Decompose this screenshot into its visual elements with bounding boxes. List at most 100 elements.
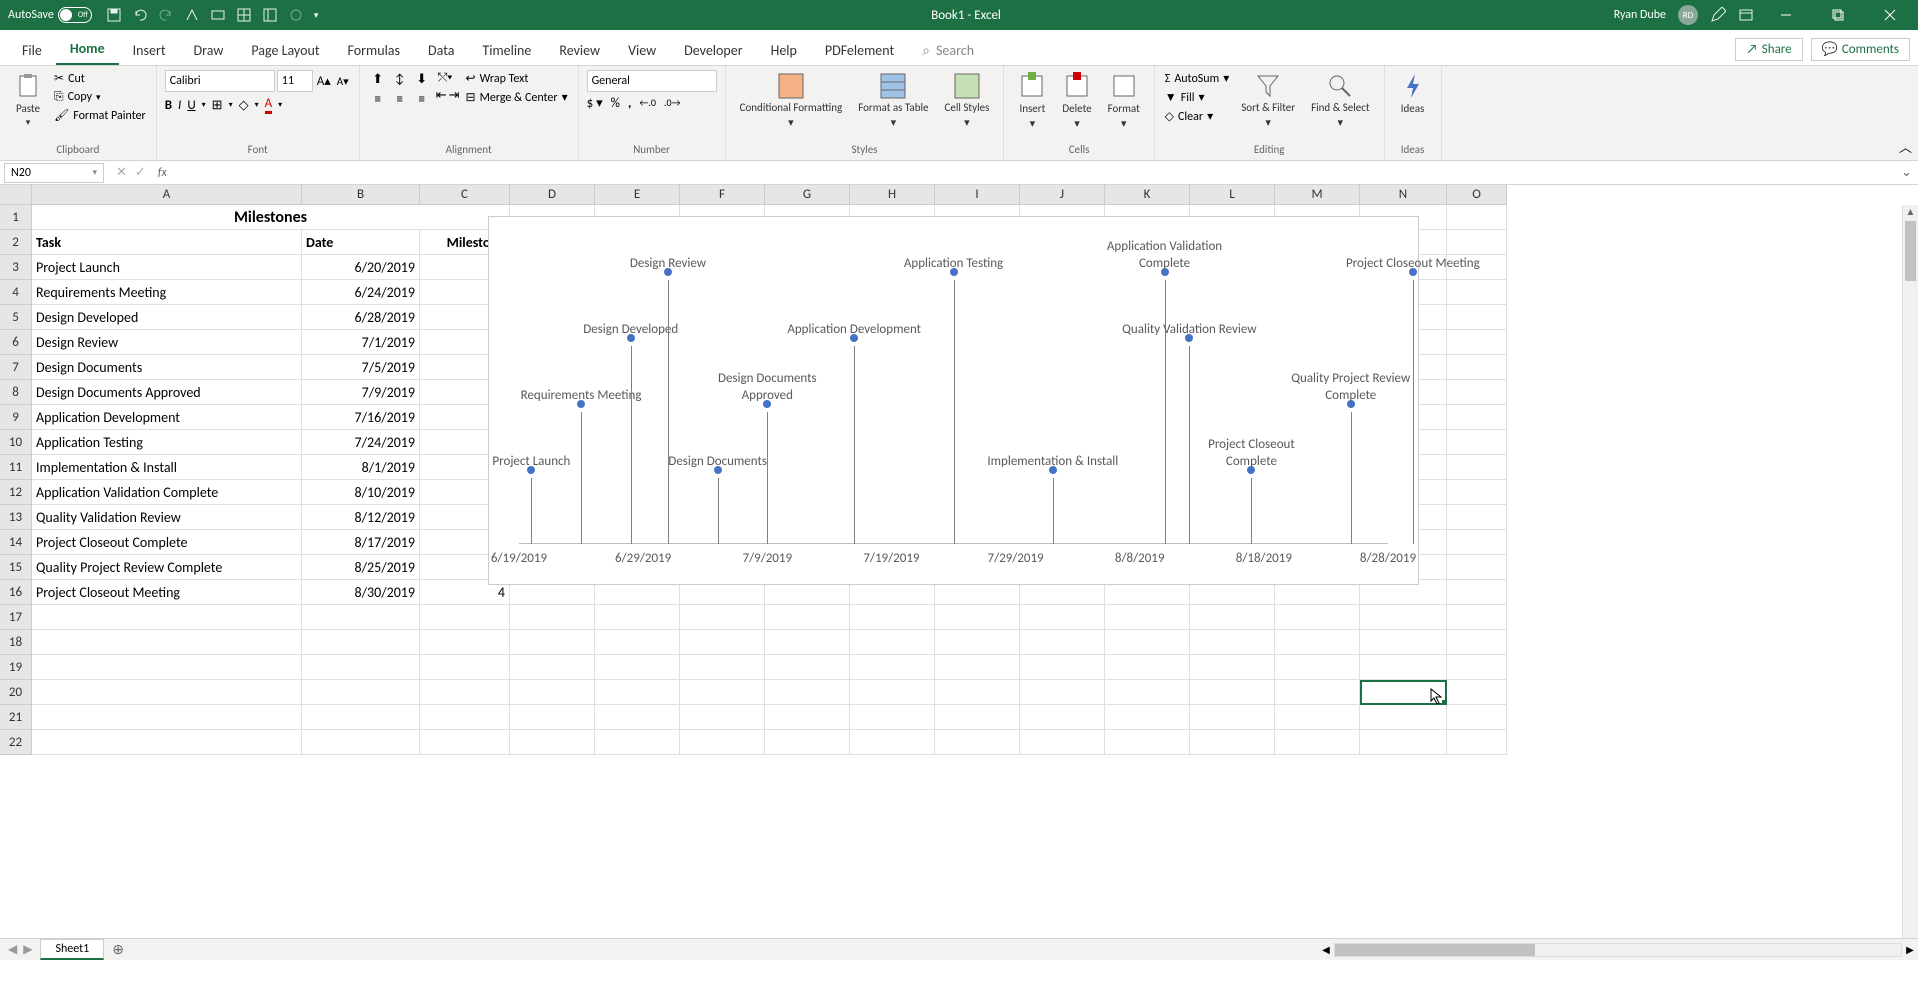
- cell-I19[interactable]: [935, 655, 1020, 680]
- font-size-select[interactable]: [277, 70, 313, 92]
- cell-E18[interactable]: [595, 630, 680, 655]
- autosave-toggle[interactable]: Off: [58, 7, 92, 23]
- cell-F20[interactable]: [680, 680, 765, 705]
- tell-me-search[interactable]: ⌕ Search: [908, 36, 988, 65]
- cell-A7[interactable]: Design Documents: [32, 355, 302, 380]
- expand-formula-bar-button[interactable]: ⌄: [1895, 165, 1918, 180]
- sheet-nav-next-icon[interactable]: ▶: [23, 942, 32, 957]
- cell-O7[interactable]: [1447, 355, 1507, 380]
- format-painter-button[interactable]: 🖌Format Painter: [52, 107, 148, 124]
- scroll-thumb[interactable]: [1905, 221, 1916, 281]
- cell-A13[interactable]: Quality Validation Review: [32, 505, 302, 530]
- italic-button[interactable]: I: [178, 98, 181, 113]
- cancel-formula-button[interactable]: ✕: [116, 165, 127, 180]
- cell-B10[interactable]: 7/24/2019: [302, 430, 420, 455]
- cell-B21[interactable]: [302, 705, 420, 730]
- cell-G20[interactable]: [765, 680, 850, 705]
- cell-N22[interactable]: [1360, 730, 1447, 755]
- cut-button[interactable]: ✂Cut: [52, 70, 148, 87]
- cell-H17[interactable]: [850, 605, 935, 630]
- cell-B3[interactable]: 6/20/2019: [302, 255, 420, 280]
- cell-D21[interactable]: [510, 705, 595, 730]
- cell-A4[interactable]: Requirements Meeting: [32, 280, 302, 305]
- share-button[interactable]: ↗Share: [1735, 38, 1802, 61]
- qat-icon-3[interactable]: [236, 7, 252, 23]
- delete-cells-button[interactable]: Delete ▾: [1056, 70, 1097, 132]
- cell-F21[interactable]: [680, 705, 765, 730]
- cell-B8[interactable]: 7/9/2019: [302, 380, 420, 405]
- conditional-formatting-button[interactable]: Conditional Formatting ▾: [734, 70, 849, 131]
- cell-D19[interactable]: [510, 655, 595, 680]
- shrink-font-button[interactable]: A▾: [335, 75, 351, 88]
- wrap-text-button[interactable]: ↩Wrap Text: [464, 70, 570, 87]
- cell-B17[interactable]: [302, 605, 420, 630]
- cell-O5[interactable]: [1447, 305, 1507, 330]
- cell-O4[interactable]: [1447, 280, 1507, 305]
- cell-O15[interactable]: [1447, 555, 1507, 580]
- cell-J19[interactable]: [1020, 655, 1105, 680]
- cell-I20[interactable]: [935, 680, 1020, 705]
- cell-A16[interactable]: Project Closeout Meeting: [32, 580, 302, 605]
- cell-C22[interactable]: [420, 730, 510, 755]
- cell-A5[interactable]: Design Developed: [32, 305, 302, 330]
- cell-B11[interactable]: 8/1/2019: [302, 455, 420, 480]
- cell-K18[interactable]: [1105, 630, 1190, 655]
- align-middle-button[interactable]: ↕: [390, 70, 410, 88]
- row-header-5[interactable]: 5: [0, 305, 32, 330]
- copy-button[interactable]: ⎘Copy▾: [52, 89, 148, 105]
- cell-A6[interactable]: Design Review: [32, 330, 302, 355]
- cell-A19[interactable]: [32, 655, 302, 680]
- comma-button[interactable]: ,: [628, 96, 631, 111]
- tab-formulas[interactable]: Formulas: [334, 36, 414, 65]
- row-header-8[interactable]: 8: [0, 380, 32, 405]
- cell-G19[interactable]: [765, 655, 850, 680]
- tab-developer[interactable]: Developer: [670, 36, 756, 65]
- cell-A2[interactable]: Task: [32, 230, 302, 255]
- fill-button[interactable]: ▼Fill ▾: [1163, 89, 1231, 106]
- vertical-scrollbar[interactable]: ▲: [1902, 205, 1918, 938]
- row-header-16[interactable]: 16: [0, 580, 32, 605]
- sort-filter-button[interactable]: Sort & Filter ▾: [1235, 70, 1301, 131]
- cell-B20[interactable]: [302, 680, 420, 705]
- cell-O16[interactable]: [1447, 580, 1507, 605]
- cell-D18[interactable]: [510, 630, 595, 655]
- sheet-nav-prev-icon[interactable]: ◀: [8, 942, 17, 957]
- cell-A20[interactable]: [32, 680, 302, 705]
- ribbon-mode-icon[interactable]: [1738, 7, 1754, 23]
- cell-K19[interactable]: [1105, 655, 1190, 680]
- col-header-A[interactable]: A: [32, 185, 302, 205]
- cell-O18[interactable]: [1447, 630, 1507, 655]
- cell-J22[interactable]: [1020, 730, 1105, 755]
- insert-cells-button[interactable]: Insert ▾: [1012, 70, 1052, 132]
- cell-B2[interactable]: Date: [302, 230, 420, 255]
- merge-center-button[interactable]: ⊟Merge & Center ▾: [464, 89, 570, 106]
- border-button[interactable]: ⊞: [212, 98, 223, 113]
- align-top-button[interactable]: ⬆: [368, 70, 388, 88]
- number-format-select[interactable]: [587, 70, 717, 92]
- cell-K21[interactable]: [1105, 705, 1190, 730]
- cell-I21[interactable]: [935, 705, 1020, 730]
- row-header-4[interactable]: 4: [0, 280, 32, 305]
- cell-A11[interactable]: Implementation & Install: [32, 455, 302, 480]
- fill-color-button[interactable]: ◇: [239, 98, 249, 113]
- accounting-button[interactable]: $ ▾: [587, 96, 603, 111]
- hscroll-thumb[interactable]: [1335, 944, 1535, 956]
- cell-J21[interactable]: [1020, 705, 1105, 730]
- paste-button[interactable]: Paste ▾: [8, 70, 48, 130]
- row-header-11[interactable]: 11: [0, 455, 32, 480]
- align-right-button[interactable]: ≡: [412, 90, 432, 108]
- cell-B12[interactable]: 8/10/2019: [302, 480, 420, 505]
- row-header-17[interactable]: 17: [0, 605, 32, 630]
- cell-E19[interactable]: [595, 655, 680, 680]
- select-all-corner[interactable]: [0, 185, 32, 205]
- row-header-14[interactable]: 14: [0, 530, 32, 555]
- tab-view[interactable]: View: [614, 36, 670, 65]
- cell-O14[interactable]: [1447, 530, 1507, 555]
- cell-L22[interactable]: [1190, 730, 1275, 755]
- cell-B22[interactable]: [302, 730, 420, 755]
- tab-review[interactable]: Review: [545, 36, 614, 65]
- qat-icon-2[interactable]: [210, 7, 226, 23]
- col-header-G[interactable]: G: [765, 185, 850, 205]
- cell-G17[interactable]: [765, 605, 850, 630]
- percent-button[interactable]: %: [611, 96, 620, 111]
